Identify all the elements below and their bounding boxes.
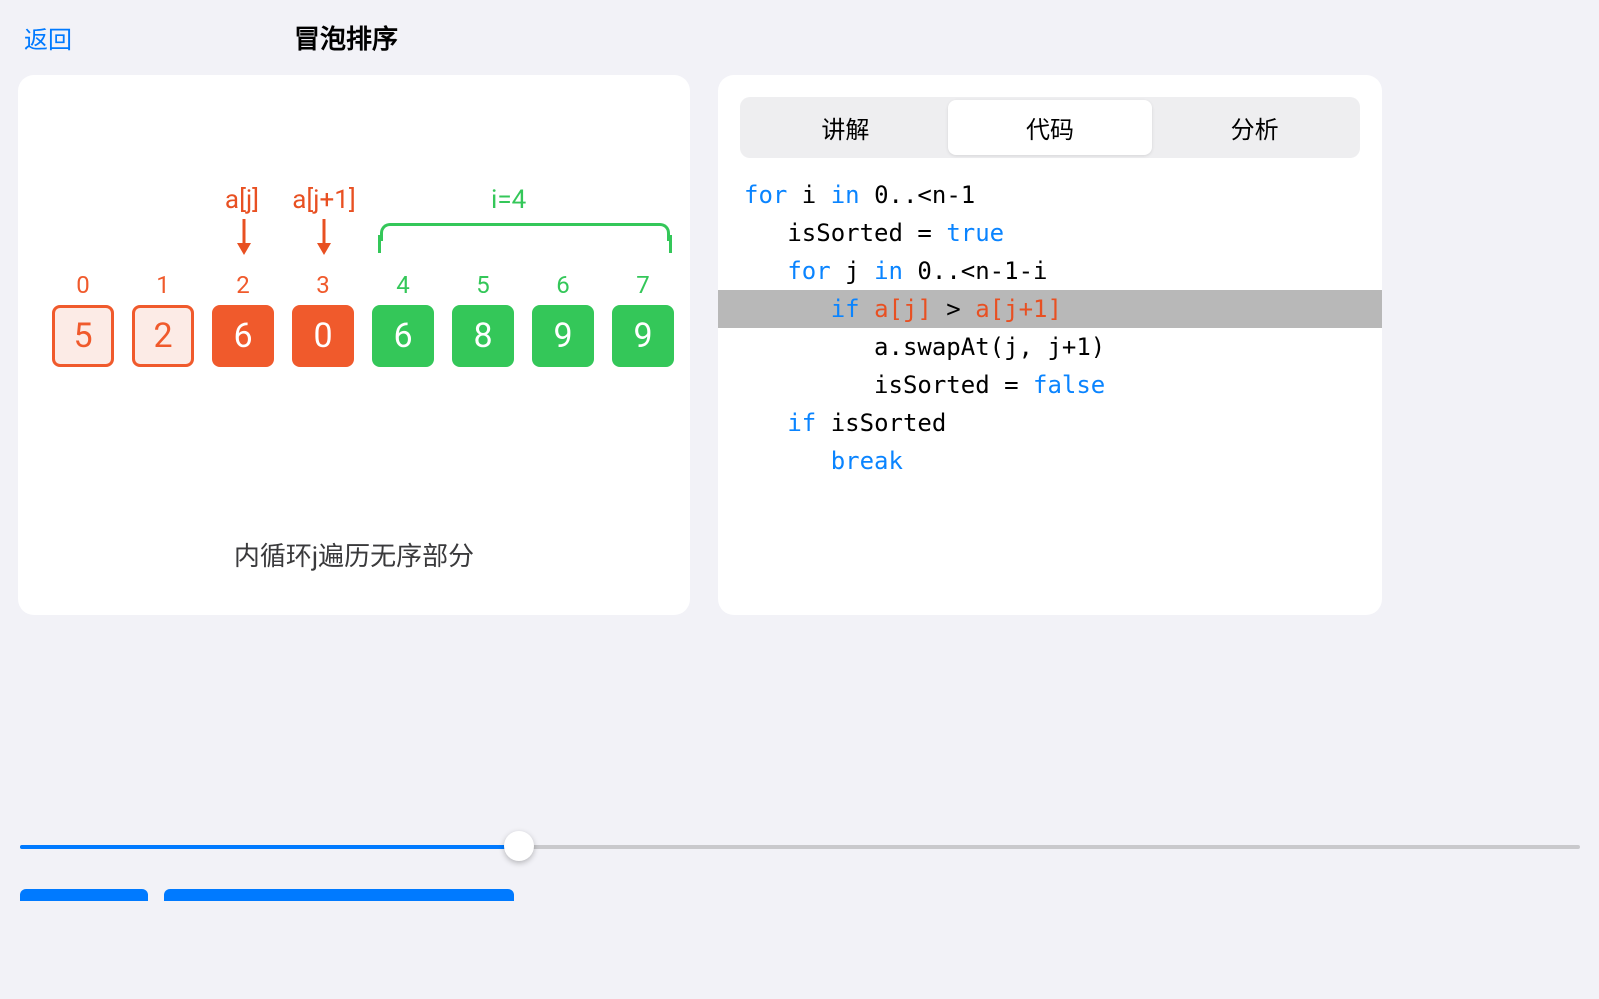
slider-fill xyxy=(20,845,519,849)
array-cell: 0 xyxy=(292,305,354,367)
visualization-panel: a[j] a[j+1] i=4 01234567 52606899 内循环j遍历… xyxy=(18,75,690,615)
cell-row: 52606899 xyxy=(52,305,674,367)
back-button[interactable]: 返回 xyxy=(24,20,72,55)
code-line: for j in 0..<n-1-i xyxy=(718,252,1382,290)
code-line: if a[j] > a[j+1] xyxy=(718,290,1382,328)
array-index: 6 xyxy=(532,271,594,299)
i-counter-label: i=4 xyxy=(491,185,526,215)
code-line: if isSorted xyxy=(718,404,1382,442)
array-index: 4 xyxy=(372,271,434,299)
header: 返回 冒泡排序 xyxy=(0,0,1599,75)
array-cell: 8 xyxy=(452,305,514,367)
array-cell: 5 xyxy=(52,305,114,367)
array-index: 1 xyxy=(132,271,194,299)
bottom-button-2[interactable] xyxy=(164,889,514,901)
tab-bar: 讲解 代码 分析 xyxy=(740,97,1360,158)
array-cell: 9 xyxy=(612,305,674,367)
bracket-left-tail xyxy=(378,235,381,253)
array-index: 3 xyxy=(292,271,354,299)
tab-code[interactable]: 代码 xyxy=(948,100,1153,155)
bottom-button-1[interactable] xyxy=(20,889,148,901)
array-cell: 2 xyxy=(132,305,194,367)
code-block: for i in 0..<n-1 isSorted = true for j i… xyxy=(718,176,1382,480)
arrow-down-icon xyxy=(314,219,334,259)
code-line: a.swapAt(j, j+1) xyxy=(718,328,1382,366)
sorted-range-bracket xyxy=(380,223,670,241)
page-title: 冒泡排序 xyxy=(294,19,398,56)
array-index: 5 xyxy=(452,271,514,299)
array-wrap: 01234567 52606899 xyxy=(52,271,674,367)
array-index: 2 xyxy=(212,271,274,299)
array-index: 0 xyxy=(52,271,114,299)
code-panel: 讲解 代码 分析 for i in 0..<n-1 isSorted = tru… xyxy=(718,75,1382,615)
code-line: break xyxy=(718,442,1382,480)
main: a[j] a[j+1] i=4 01234567 52606899 内循环j遍历… xyxy=(0,75,1599,615)
code-line: for i in 0..<n-1 xyxy=(718,176,1382,214)
tab-analyze[interactable]: 分析 xyxy=(1152,100,1357,155)
pointer-j-label: a[j] xyxy=(212,185,272,215)
slider-thumb[interactable] xyxy=(504,831,534,861)
array-cell: 9 xyxy=(532,305,594,367)
step-caption: 内循环j遍历无序部分 xyxy=(18,536,690,573)
array-index: 7 xyxy=(612,271,674,299)
bracket-right-tail xyxy=(669,235,672,253)
index-row: 01234567 xyxy=(52,271,674,299)
array-cell: 6 xyxy=(372,305,434,367)
progress-slider[interactable] xyxy=(20,831,1580,861)
tab-explain[interactable]: 讲解 xyxy=(743,100,948,155)
arrow-down-icon xyxy=(234,219,254,259)
pointer-j1-label: a[j+1] xyxy=(284,185,364,215)
code-line: isSorted = false xyxy=(718,366,1382,404)
code-line: isSorted = true xyxy=(718,214,1382,252)
array-cell: 6 xyxy=(212,305,274,367)
